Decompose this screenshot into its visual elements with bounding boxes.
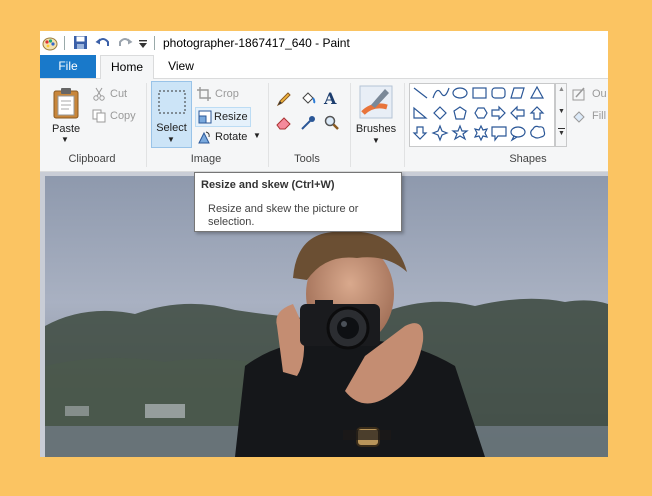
right-triangle-shape-icon[interactable] — [413, 106, 428, 119]
brushes-label: Brushes — [355, 123, 397, 135]
pencil-icon[interactable] — [276, 91, 292, 112]
chevron-down-icon: ▼ — [372, 136, 380, 145]
arrow-left-shape-icon[interactable] — [510, 105, 525, 121]
callout-cloud-shape-icon[interactable] — [530, 125, 546, 139]
tab-file[interactable]: File — [40, 55, 96, 78]
select-button[interactable]: Select ▼ — [151, 81, 192, 148]
selection-icon — [157, 89, 187, 120]
scroll-up-icon[interactable]: ▲ — [558, 86, 565, 93]
star-six-shape-icon[interactable] — [473, 124, 489, 142]
pentagon-shape-icon[interactable] — [453, 106, 467, 120]
floppy-disk-icon[interactable] — [73, 35, 88, 53]
resize-button[interactable]: Resize — [195, 107, 251, 127]
callout-oval-shape-icon[interactable] — [510, 126, 526, 142]
rotate-button[interactable]: Rotate — [215, 131, 247, 143]
callout-rect-shape-icon[interactable] — [491, 126, 507, 142]
shapes-scrollbar[interactable]: ▲ ▼ ▼ — [555, 83, 567, 147]
ribbon: Paste ▼ Cut Copy Clipboard Select ▼ Crop… — [40, 79, 608, 172]
fill-icon — [572, 109, 586, 128]
triangle-shape-icon[interactable] — [529, 85, 545, 99]
rounded-rectangle-shape-icon[interactable] — [491, 87, 506, 99]
dropdown-arrow-icon[interactable] — [138, 38, 148, 52]
title-separator — [64, 36, 65, 50]
tab-view[interactable]: View — [158, 55, 204, 78]
rectangle-shape-icon[interactable] — [472, 87, 487, 99]
window-title: photographer-1867417_640 - Paint — [163, 36, 350, 50]
paste-label: Paste — [52, 123, 81, 135]
brush-icon — [359, 85, 393, 124]
undo-icon[interactable] — [95, 35, 111, 53]
oval-shape-icon[interactable] — [452, 87, 468, 99]
fill-button[interactable]: Fill — [592, 110, 606, 122]
group-divider — [404, 83, 405, 167]
curve-shape-icon[interactable] — [432, 87, 450, 99]
polygon-shape-icon[interactable] — [510, 87, 525, 99]
scroll-down-icon[interactable]: ▼ — [558, 108, 565, 115]
redo-icon[interactable] — [117, 35, 133, 53]
tooltip-description: Resize and skew the picture or selection… — [208, 203, 359, 228]
copy-icon — [92, 109, 106, 128]
arrow-down-shape-icon[interactable] — [412, 126, 428, 140]
arrow-right-shape-icon[interactable] — [491, 105, 506, 121]
tab-home[interactable]: Home — [100, 55, 154, 79]
magnifier-icon[interactable] — [324, 115, 340, 136]
clipboard-icon — [52, 87, 80, 124]
text-tool-icon[interactable]: A — [324, 89, 336, 108]
select-label: Select — [156, 122, 187, 134]
line-shape-icon[interactable] — [413, 87, 428, 99]
shapes-gallery — [409, 83, 555, 147]
tooltip-title: Resize and skew (Ctrl+W) — [201, 179, 335, 191]
fill-bucket-icon[interactable] — [300, 90, 316, 111]
title-bar: photographer-1867417_640 - Paint — [40, 31, 608, 55]
paint-window: photographer-1867417_640 - Paint File Ho… — [40, 31, 608, 457]
eraser-icon[interactable] — [276, 115, 292, 136]
hexagon-shape-icon[interactable] — [474, 107, 488, 119]
cut-button[interactable]: Cut — [110, 88, 127, 100]
image-group-label: Image — [190, 153, 222, 165]
ribbon-tabs: File Home View — [40, 55, 608, 79]
crop-button[interactable]: Crop — [215, 88, 239, 100]
copy-button[interactable]: Copy — [110, 110, 136, 122]
group-divider — [146, 83, 147, 167]
group-divider — [350, 83, 351, 167]
chevron-down-icon: ▼ — [253, 131, 261, 140]
chevron-down-icon: ▼ — [167, 135, 175, 144]
resize-label: Resize — [214, 111, 248, 123]
scissors-icon — [92, 87, 106, 106]
brushes-button[interactable]: Brushes ▼ — [352, 81, 400, 151]
rotate-icon — [197, 130, 211, 149]
arrow-up-shape-icon[interactable] — [529, 106, 545, 120]
clipboard-group-label: Clipboard — [68, 153, 116, 165]
diamond-shape-icon[interactable] — [433, 106, 447, 120]
title-separator — [154, 36, 155, 50]
chevron-down-icon: ▼ — [61, 135, 69, 144]
group-divider — [268, 83, 269, 167]
resize-icon — [198, 110, 212, 129]
crop-icon — [197, 87, 211, 106]
shapes-group-label: Shapes — [509, 153, 547, 165]
star-five-shape-icon[interactable] — [451, 124, 469, 141]
outline-icon — [572, 87, 586, 106]
color-picker-icon[interactable] — [300, 115, 316, 136]
star-four-shape-icon[interactable] — [431, 124, 449, 142]
expand-gallery-icon[interactable]: ▼ — [558, 128, 565, 138]
outline-button[interactable]: Ou — [592, 88, 607, 100]
paint-app-icon[interactable] — [42, 35, 58, 54]
tools-group-label: Tools — [294, 153, 320, 165]
resize-tooltip: Resize and skew (Ctrl+W) Resize and skew… — [194, 172, 402, 232]
paste-button[interactable]: Paste ▼ — [46, 81, 88, 151]
